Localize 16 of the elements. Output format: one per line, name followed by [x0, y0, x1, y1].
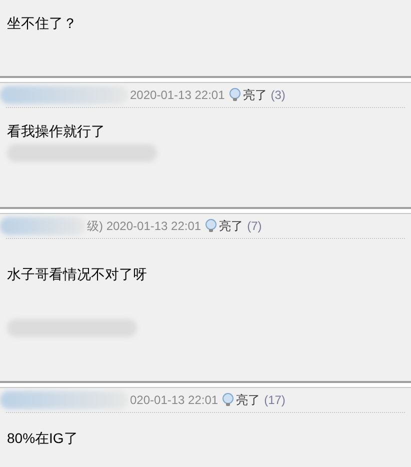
- post-timestamp: 020-01-13 22:01: [130, 392, 218, 409]
- like-count: (7): [247, 218, 262, 235]
- like-link[interactable]: 亮了: [242, 86, 267, 104]
- post-text: 坐不住了？: [7, 14, 78, 33]
- post-text: 80%在IG了: [7, 429, 79, 448]
- lightbulb-icon: [222, 393, 234, 407]
- like-count: (17): [264, 392, 286, 409]
- like-link[interactable]: 亮了: [219, 217, 244, 235]
- post-text: 水子哥看情况不对了呀: [7, 265, 148, 284]
- post-timestamp: 2020-01-13 22:01: [130, 87, 225, 104]
- post-timestamp: 级) 2020-01-13 22:01: [87, 218, 202, 235]
- lightbulb-icon: [228, 88, 241, 102]
- like-count: (3): [270, 87, 286, 104]
- lightbulb-icon: [205, 219, 218, 233]
- post-text: 看我操作就行了: [7, 122, 106, 141]
- like-link[interactable]: 亮了: [236, 391, 260, 409]
